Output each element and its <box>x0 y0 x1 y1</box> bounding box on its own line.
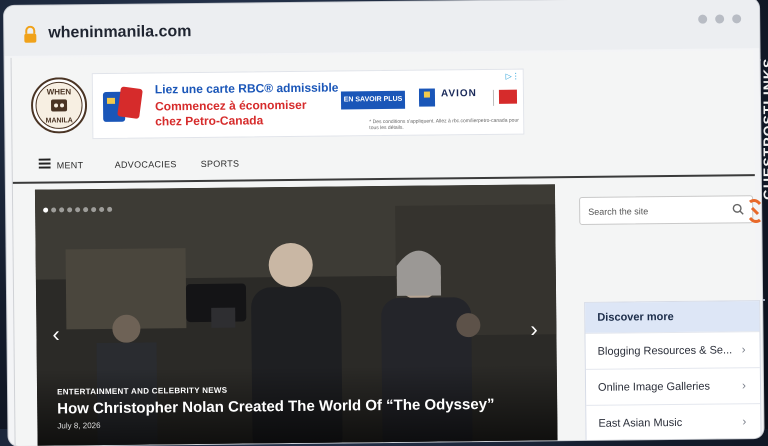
web-page: WHEN MANILA Liez une carte RBC® admissib… <box>10 50 762 446</box>
svg-text:MANILA: MANILA <box>46 117 73 124</box>
slider-dot-icon[interactable] <box>107 206 113 212</box>
search-input[interactable] <box>586 202 731 220</box>
ad-headline: Liez une carte RBC® admissible <box>154 80 339 97</box>
discover-item[interactable]: Blogging Resources & Se... › <box>585 331 760 369</box>
slider-dot-icon[interactable] <box>59 207 65 213</box>
chevron-right-icon: › <box>741 378 747 393</box>
browser-window: wheninmanila.com WHEN MANILA Liez une ca… <box>4 0 764 446</box>
ad-fine-print: * Des conditions s'appliquent. Allez à r… <box>369 117 519 132</box>
site-search <box>579 195 754 225</box>
slider-dot-icon[interactable] <box>43 207 49 213</box>
window-dot-icon[interactable] <box>698 14 708 24</box>
ad-choices-icon[interactable]: ▷⋮ <box>506 72 520 81</box>
discover-more-title: Discover more <box>585 301 760 333</box>
slider-next-arrow-icon[interactable]: › <box>530 316 538 342</box>
ad-brand-name: AVION <box>440 88 477 100</box>
window-controls <box>698 14 742 24</box>
discover-item-label: Blogging Resources & Se... <box>597 344 733 358</box>
nav-item-sports[interactable]: SPORTS <box>201 159 240 169</box>
window-dot-icon[interactable] <box>732 14 742 24</box>
discover-item-label: Online Image Galleries <box>597 380 710 394</box>
ad-subheadline: Commencez à économiser <box>154 97 307 114</box>
window-dot-icon[interactable] <box>715 14 725 24</box>
slider-dot-icon[interactable] <box>99 206 105 213</box>
advertisement-banner[interactable]: Liez une carte RBC® admissible Commencez… <box>91 68 525 140</box>
site-logo[interactable]: WHEN MANILA <box>31 77 88 134</box>
ad-subheadline-2: chez Petro-Canada <box>155 113 264 129</box>
link-chain-icon <box>748 199 762 223</box>
slider-dot-icon[interactable] <box>91 207 97 213</box>
discover-more-panel: Discover more Blogging Resources & Se...… <box>584 300 762 442</box>
slider-prev-arrow-icon[interactable]: ‹ <box>52 321 60 347</box>
slider-dot-icon[interactable] <box>67 207 73 213</box>
menu-hamburger-icon[interactable] <box>38 158 51 169</box>
slider-indicators <box>43 206 113 213</box>
discover-item-label: East Asian Music <box>598 416 683 430</box>
chevron-right-icon: › <box>742 414 747 429</box>
address-bar-url[interactable]: wheninmanila.com <box>48 23 191 42</box>
slider-dot-icon[interactable] <box>83 207 89 213</box>
slider-dot-icon[interactable] <box>51 207 57 213</box>
hero-category[interactable]: ENTERTAINMENT AND CELEBRITY NEWS <box>57 386 227 397</box>
chevron-right-icon: › <box>741 342 746 357</box>
nav-item-advocacies[interactable]: ADVOCACIES <box>115 159 177 170</box>
lock-icon <box>24 25 37 43</box>
discover-item[interactable]: Online Image Galleries › <box>585 367 761 405</box>
credit-cards-icon <box>102 86 143 122</box>
browser-title-bar: wheninmanila.com <box>4 0 760 56</box>
ad-cta-button[interactable]: EN SAVOIR PLUS <box>340 90 406 110</box>
watermark-text: GUESTPOSTLINKS <box>760 57 768 200</box>
discover-item[interactable]: East Asian Music › <box>586 403 761 441</box>
svg-text:WHEN: WHEN <box>47 87 72 96</box>
slider-dot-icon[interactable] <box>75 207 81 213</box>
hero-date: July 8, 2026 <box>57 421 101 431</box>
nav-item-entertainment[interactable]: MENT <box>57 160 84 170</box>
